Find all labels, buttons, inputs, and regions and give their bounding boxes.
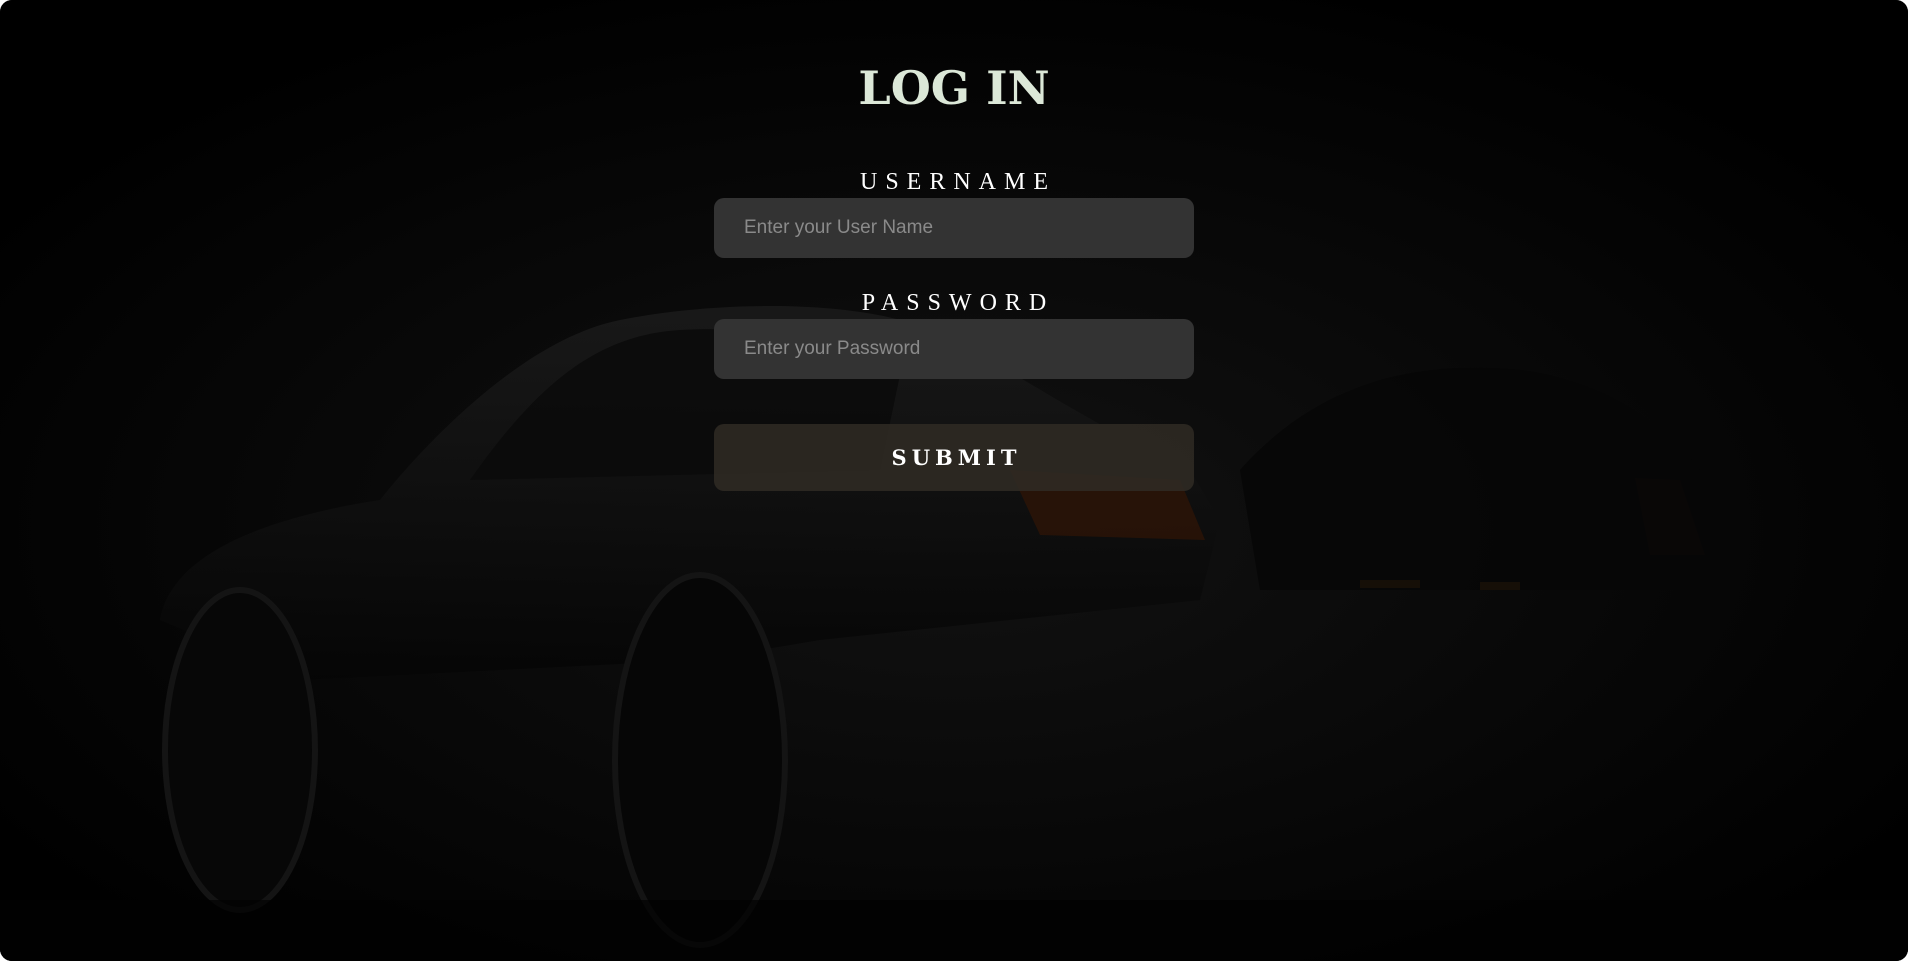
page-title: LOG IN (858, 61, 1050, 115)
username-input[interactable] (714, 198, 1194, 258)
login-page: LOG IN USERNAME PASSWORD SUBMIT (0, 0, 1908, 961)
password-input[interactable] (714, 319, 1194, 379)
username-label: USERNAME (859, 169, 1056, 195)
submit-button[interactable]: SUBMIT (714, 424, 1194, 491)
password-label: PASSWORD (861, 290, 1055, 316)
